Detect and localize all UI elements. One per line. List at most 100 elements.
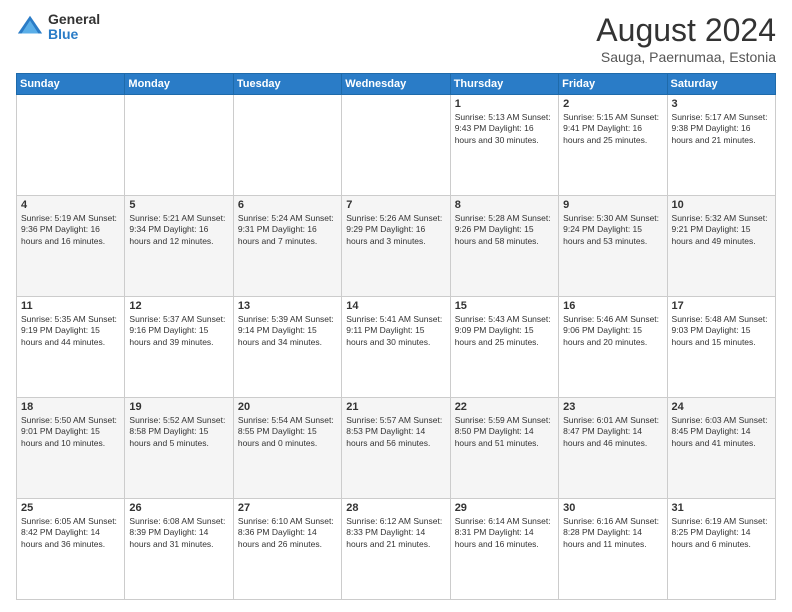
day-info: Sunrise: 6:01 AM Sunset: 8:47 PM Dayligh… bbox=[563, 415, 662, 449]
day-info: Sunrise: 6:12 AM Sunset: 8:33 PM Dayligh… bbox=[346, 516, 445, 550]
day-number: 13 bbox=[238, 300, 337, 312]
table-row: 10Sunrise: 5:32 AM Sunset: 9:21 PM Dayli… bbox=[667, 196, 775, 297]
table-row: 24Sunrise: 6:03 AM Sunset: 8:45 PM Dayli… bbox=[667, 398, 775, 499]
table-row: 2 Sunrise: 5:15 AM Sunset: 9:41 PM Daylig… bbox=[559, 95, 667, 196]
day-number: 24 bbox=[672, 401, 771, 413]
day-info: Sunrise: 5:57 AM Sunset: 8:53 PM Dayligh… bbox=[346, 415, 445, 449]
table-row: 18Sunrise: 5:50 AM Sunset: 9:01 PM Dayli… bbox=[17, 398, 125, 499]
table-row: 9 Sunrise: 5:30 AM Sunset: 9:24 PM Daylig… bbox=[559, 196, 667, 297]
calendar-week-5: 25 Sunrise: 6:05 AM Sunset: 8:42 PM Dayli… bbox=[17, 499, 776, 600]
table-row: 12Sunrise: 5:37 AM Sunset: 9:16 PM Dayli… bbox=[125, 297, 233, 398]
table-row: 5Sunrise: 5:21 AM Sunset: 9:34 PM Daylig… bbox=[125, 196, 233, 297]
table-row: 30Sunrise: 6:16 AM Sunset: 8:28 PM Dayli… bbox=[559, 499, 667, 600]
day-number: 22 bbox=[455, 401, 554, 413]
col-tuesday: Tuesday bbox=[233, 74, 341, 95]
table-row bbox=[342, 95, 450, 196]
day-info: Sunrise: 5:15 AM Sunset: 9:41 PM Dayligh… bbox=[563, 112, 662, 146]
day-info: Sunrise: 5:39 AM Sunset: 9:14 PM Dayligh… bbox=[238, 314, 337, 348]
day-number: 19 bbox=[129, 401, 228, 413]
calendar-week-2: 4 Sunrise: 5:19 AM Sunset: 9:36 PM Daylig… bbox=[17, 196, 776, 297]
day-number: 16 bbox=[563, 300, 662, 312]
calendar-table: Sunday Monday Tuesday Wednesday Thursday… bbox=[16, 73, 776, 600]
table-row: 28 Sunrise: 6:12 AM Sunset: 8:33 PM Dayli… bbox=[342, 499, 450, 600]
logo-text: General Blue bbox=[48, 12, 100, 43]
table-row bbox=[125, 95, 233, 196]
table-row: 8 Sunrise: 5:28 AM Sunset: 9:26 PM Daylig… bbox=[450, 196, 558, 297]
day-number: 17 bbox=[672, 300, 771, 312]
day-number: 11 bbox=[21, 300, 120, 312]
day-number: 3 bbox=[672, 98, 771, 110]
day-number: 9 bbox=[563, 199, 662, 211]
day-info: Sunrise: 5:52 AM Sunset: 8:58 PM Dayligh… bbox=[129, 415, 228, 449]
day-number: 21 bbox=[346, 401, 445, 413]
day-number: 15 bbox=[455, 300, 554, 312]
day-info: Sunrise: 5:30 AM Sunset: 9:24 PM Dayligh… bbox=[563, 213, 662, 247]
day-number: 1 bbox=[455, 98, 554, 110]
table-row: 21 Sunrise: 5:57 AM Sunset: 8:53 PM Dayli… bbox=[342, 398, 450, 499]
header: General Blue August 2024 Sauga, Paernuma… bbox=[16, 12, 776, 65]
table-row: 3Sunrise: 5:17 AM Sunset: 9:38 PM Daylig… bbox=[667, 95, 775, 196]
table-row: 31Sunrise: 6:19 AM Sunset: 8:25 PM Dayli… bbox=[667, 499, 775, 600]
day-number: 4 bbox=[21, 199, 120, 211]
table-row: 16 Sunrise: 5:46 AM Sunset: 9:06 PM Dayli… bbox=[559, 297, 667, 398]
day-info: Sunrise: 5:50 AM Sunset: 9:01 PM Dayligh… bbox=[21, 415, 120, 449]
day-number: 14 bbox=[346, 300, 445, 312]
calendar-week-4: 18Sunrise: 5:50 AM Sunset: 9:01 PM Dayli… bbox=[17, 398, 776, 499]
table-row bbox=[233, 95, 341, 196]
table-row: 27 Sunrise: 6:10 AM Sunset: 8:36 PM Dayli… bbox=[233, 499, 341, 600]
table-row: 6Sunrise: 5:24 AM Sunset: 9:31 PM Daylig… bbox=[233, 196, 341, 297]
day-number: 29 bbox=[455, 502, 554, 514]
day-number: 25 bbox=[21, 502, 120, 514]
day-info: Sunrise: 6:14 AM Sunset: 8:31 PM Dayligh… bbox=[455, 516, 554, 550]
table-row: 19 Sunrise: 5:52 AM Sunset: 8:58 PM Dayli… bbox=[125, 398, 233, 499]
title-block: August 2024 Sauga, Paernumaa, Estonia bbox=[596, 12, 776, 65]
day-info: Sunrise: 5:28 AM Sunset: 9:26 PM Dayligh… bbox=[455, 213, 554, 247]
col-sunday: Sunday bbox=[17, 74, 125, 95]
day-info: Sunrise: 5:26 AM Sunset: 9:29 PM Dayligh… bbox=[346, 213, 445, 247]
day-number: 26 bbox=[129, 502, 228, 514]
table-row: 25 Sunrise: 6:05 AM Sunset: 8:42 PM Dayli… bbox=[17, 499, 125, 600]
day-number: 7 bbox=[346, 199, 445, 211]
calendar-week-3: 11 Sunrise: 5:35 AM Sunset: 9:19 PM Dayli… bbox=[17, 297, 776, 398]
day-info: Sunrise: 5:41 AM Sunset: 9:11 PM Dayligh… bbox=[346, 314, 445, 348]
day-info: Sunrise: 5:37 AM Sunset: 9:16 PM Dayligh… bbox=[129, 314, 228, 348]
table-row: 22 Sunrise: 5:59 AM Sunset: 8:50 PM Dayli… bbox=[450, 398, 558, 499]
day-info: Sunrise: 5:43 AM Sunset: 9:09 PM Dayligh… bbox=[455, 314, 554, 348]
day-info: Sunrise: 6:10 AM Sunset: 8:36 PM Dayligh… bbox=[238, 516, 337, 550]
table-row: 7 Sunrise: 5:26 AM Sunset: 9:29 PM Daylig… bbox=[342, 196, 450, 297]
main-title: August 2024 bbox=[596, 12, 776, 49]
subtitle: Sauga, Paernumaa, Estonia bbox=[596, 49, 776, 65]
col-saturday: Saturday bbox=[667, 74, 775, 95]
table-row: 4 Sunrise: 5:19 AM Sunset: 9:36 PM Daylig… bbox=[17, 196, 125, 297]
col-friday: Friday bbox=[559, 74, 667, 95]
day-info: Sunrise: 5:19 AM Sunset: 9:36 PM Dayligh… bbox=[21, 213, 120, 247]
day-info: Sunrise: 6:05 AM Sunset: 8:42 PM Dayligh… bbox=[21, 516, 120, 550]
table-row: 15 Sunrise: 5:43 AM Sunset: 9:09 PM Dayli… bbox=[450, 297, 558, 398]
day-number: 28 bbox=[346, 502, 445, 514]
day-number: 5 bbox=[129, 199, 228, 211]
logo-blue-text: Blue bbox=[48, 27, 100, 42]
day-info: Sunrise: 5:54 AM Sunset: 8:55 PM Dayligh… bbox=[238, 415, 337, 449]
calendar-header-row: Sunday Monday Tuesday Wednesday Thursday… bbox=[17, 74, 776, 95]
day-number: 6 bbox=[238, 199, 337, 211]
day-info: Sunrise: 6:16 AM Sunset: 8:28 PM Dayligh… bbox=[563, 516, 662, 550]
day-number: 10 bbox=[672, 199, 771, 211]
table-row: 11 Sunrise: 5:35 AM Sunset: 9:19 PM Dayli… bbox=[17, 297, 125, 398]
day-number: 23 bbox=[563, 401, 662, 413]
table-row: 23 Sunrise: 6:01 AM Sunset: 8:47 PM Dayli… bbox=[559, 398, 667, 499]
day-info: Sunrise: 5:59 AM Sunset: 8:50 PM Dayligh… bbox=[455, 415, 554, 449]
logo: General Blue bbox=[16, 12, 100, 43]
day-number: 31 bbox=[672, 502, 771, 514]
day-number: 8 bbox=[455, 199, 554, 211]
day-number: 2 bbox=[563, 98, 662, 110]
table-row: 20 Sunrise: 5:54 AM Sunset: 8:55 PM Dayli… bbox=[233, 398, 341, 499]
calendar-week-1: 1Sunrise: 5:13 AM Sunset: 9:43 PM Daylig… bbox=[17, 95, 776, 196]
day-info: Sunrise: 5:35 AM Sunset: 9:19 PM Dayligh… bbox=[21, 314, 120, 348]
table-row: 13 Sunrise: 5:39 AM Sunset: 9:14 PM Dayli… bbox=[233, 297, 341, 398]
day-number: 27 bbox=[238, 502, 337, 514]
day-info: Sunrise: 5:46 AM Sunset: 9:06 PM Dayligh… bbox=[563, 314, 662, 348]
day-number: 20 bbox=[238, 401, 337, 413]
table-row: 26Sunrise: 6:08 AM Sunset: 8:39 PM Dayli… bbox=[125, 499, 233, 600]
page: General Blue August 2024 Sauga, Paernuma… bbox=[0, 0, 792, 612]
table-row: 17Sunrise: 5:48 AM Sunset: 9:03 PM Dayli… bbox=[667, 297, 775, 398]
